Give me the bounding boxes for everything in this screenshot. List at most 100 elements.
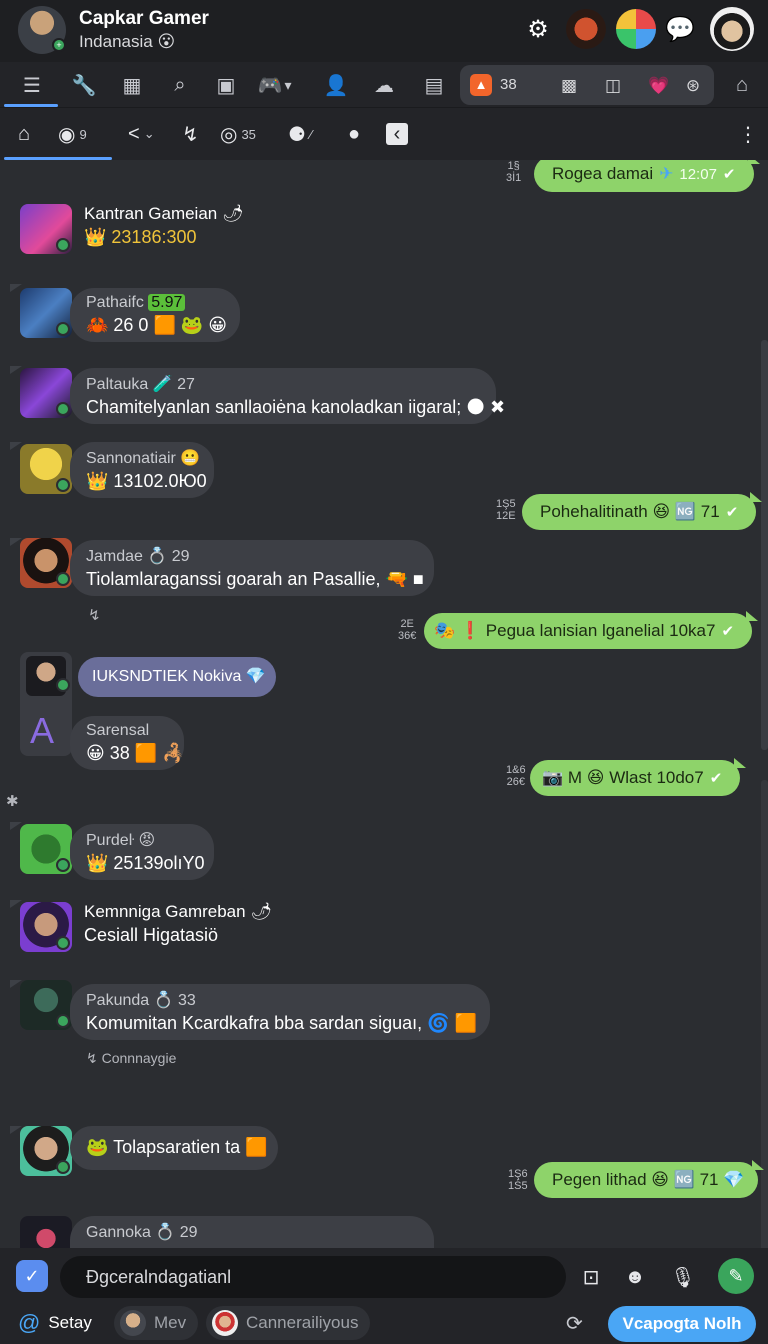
globe-tab[interactable]: ◉ 9	[58, 116, 87, 152]
setup-chip[interactable]: @ Setay	[18, 1306, 92, 1340]
read-check-icon: ✔	[722, 166, 736, 183]
list-item[interactable]: Jamdae 💍 29 Tiolamlaraganssi goarah an P…	[70, 540, 434, 596]
chevron-down-icon[interactable]: ▾	[276, 66, 300, 104]
grid-icon[interactable]: ▦	[112, 66, 152, 104]
window-icon[interactable]: ◫	[600, 73, 626, 99]
wrench-icon[interactable]: 🔧	[64, 66, 104, 104]
message-text: 👑 25139olıY0	[86, 853, 205, 873]
list-item[interactable]: 🐸 Tolapsaratien ta 🟧	[70, 1126, 278, 1170]
online-badge	[56, 572, 70, 586]
avatar-stack[interactable]: A	[20, 652, 72, 756]
outgoing-message[interactable]: 📷 M 😆 Wlast 10do7 ✔	[530, 758, 747, 796]
message-text: 👑 13102.0Ю0	[86, 471, 207, 491]
tab-bar: ☰ 🔧 ▦ ⌕ ▣ 🎮 ▾ 👤 ☁ ▤ ▲ 38 ▩ ◫ 💗 ⊛ ⌂	[0, 62, 768, 108]
avatar[interactable]	[20, 204, 72, 254]
list-item[interactable]: Pakunda 💍 33 Komumitan Kcardkafra bba sa…	[70, 984, 490, 1040]
user-avatar[interactable]	[710, 7, 754, 51]
pokeball-icon: ●	[348, 122, 361, 145]
person-icon[interactable]: 👤	[316, 66, 356, 104]
avatar[interactable]	[20, 368, 72, 418]
avatar[interactable]	[20, 902, 72, 952]
send-button[interactable]: ✎	[718, 1258, 754, 1294]
list-item[interactable]: Pathaifc 5.97 🦀 26 0 🟧 🐸 😀	[70, 288, 240, 342]
message-text: Tiolamlaraganssi goarah an Pasallie, 🔫 ■	[86, 569, 424, 589]
list-item[interactable]: Gannoka 💍 29	[70, 1216, 434, 1248]
back-icon: ‹	[393, 122, 401, 145]
quick-actions: @ Setay Mev Cannerailiyous ⟳ Vcapogta Nol…	[0, 1304, 768, 1344]
avatar[interactable]	[20, 824, 72, 874]
message-feed[interactable]: 1§ 3İ1 Rogea damai ✈ 12:07 ✔ Kantran Gam…	[0, 160, 768, 1248]
avatar-tab-label: ⁄	[309, 126, 313, 142]
pokeball-tab[interactable]: ●	[348, 116, 360, 152]
avatar[interactable]	[20, 1126, 72, 1176]
qr-icon[interactable]: ▩	[556, 73, 582, 99]
globe-tab-count: 9	[79, 126, 87, 142]
mic-icon[interactable]: 🎙	[666, 1260, 700, 1294]
cta-button[interactable]: Vcapogta Nolh	[608, 1306, 756, 1342]
list-item[interactable]: Paltauka 🧪 27 Chamitelyanlan sanllaoiėna…	[70, 368, 505, 424]
cube-icon[interactable]: ▣	[206, 66, 246, 104]
avatar	[212, 1310, 238, 1336]
online-badge	[56, 678, 70, 692]
search-icon[interactable]: ⌕	[160, 66, 200, 104]
active-tab-group[interactable]: ▲ 38 ▩ ◫ 💗 ⊛	[460, 65, 714, 105]
edit-icon[interactable]: ✓	[16, 1260, 48, 1292]
avatar[interactable]	[20, 538, 72, 588]
outgoing-message[interactable]: Pegen lithad 😆 🆖 71 💎	[534, 1160, 765, 1198]
target-tab[interactable]: ◎ 35	[220, 116, 256, 152]
list-item[interactable]: Kantran Gameian 🌶 👑 23186:300	[84, 204, 244, 248]
gem-icon[interactable]: 💗	[646, 73, 672, 99]
user-chip[interactable]: Cannerailiyous	[206, 1306, 371, 1340]
add-badge-icon: +	[52, 38, 66, 52]
avatar[interactable]	[20, 288, 72, 338]
avatar-icon: ⚈	[288, 123, 306, 146]
app-logo-icon[interactable]	[616, 9, 656, 49]
user-chip[interactable]: Mev	[114, 1306, 199, 1340]
sync-icon[interactable]: ⟳	[566, 1306, 583, 1340]
list-item[interactable]: Sarensal 😀 38 🟧 🦂	[70, 716, 185, 770]
reaction-icon[interactable]: ↯	[88, 606, 101, 624]
chat-bubble-icon[interactable]: 💬	[660, 9, 700, 49]
profile-avatar[interactable]: +	[18, 6, 66, 54]
character-avatar[interactable]	[566, 9, 606, 49]
chip-label: Cannerailiyous	[246, 1313, 359, 1332]
scrollbar[interactable]	[761, 340, 768, 750]
bubble-tail	[10, 284, 22, 292]
list-item[interactable]: Kemnniga Gamreban 🌶 Cesiall Higatasiö	[84, 902, 272, 946]
avatar	[120, 1310, 146, 1336]
avatar[interactable]	[20, 444, 72, 494]
target-icon: ◎	[220, 123, 238, 146]
forward-tab[interactable]: ↯	[182, 116, 199, 152]
menu-icon[interactable]: ☰	[12, 66, 52, 104]
outgoing-message[interactable]: Pohehalitinath 😆 🆖 71 ✔	[522, 492, 763, 530]
calendar-icon[interactable]: ▤	[414, 66, 454, 104]
image-icon[interactable]: ⊡	[574, 1260, 608, 1294]
score-badge: 5.97	[148, 294, 186, 311]
reply-note[interactable]: ↯ Connnaygie	[86, 1050, 176, 1067]
home-icon[interactable]: ⌂	[722, 66, 762, 104]
star-icon: ✱	[6, 793, 19, 810]
outgoing-message[interactable]: Rogea damai ✈ 12:07 ✔	[534, 160, 759, 192]
emoji-icon[interactable]: ☻	[618, 1260, 652, 1294]
outgoing-message[interactable]: 🎭 ❗ Pegua lanisian lganelial 10ka7 ✔	[424, 611, 759, 649]
scrollbar-lower[interactable]	[761, 780, 768, 1248]
gear-icon[interactable]: ⚙	[518, 9, 558, 49]
cloud-icon[interactable]: ☁	[364, 66, 404, 104]
globe-icon[interactable]: ⊛	[680, 73, 706, 99]
list-item[interactable]: Purdeŀ 😡 👑 25139olıY0	[70, 824, 214, 880]
share-tab[interactable]: < ⌄	[128, 116, 155, 152]
avatar-tab[interactable]: ⚈ ⁄	[288, 116, 312, 152]
message-timestamp: 1Ş6 1Ś5	[508, 1168, 528, 1192]
message-timestamp: 1§ 3İ1	[506, 160, 522, 184]
chevron-down-icon: ⌄	[143, 126, 155, 141]
more-icon[interactable]: ⋮	[738, 116, 758, 152]
tag-text: IUKSNDTIEK Nokiva 💎	[92, 668, 266, 685]
tag-bubble[interactable]: IUKSNDTIEK Nokiva 💎	[78, 657, 276, 697]
home-tab[interactable]: ⌂	[18, 116, 30, 152]
avatar[interactable]	[20, 1216, 72, 1248]
home-icon: ⌂	[18, 122, 31, 145]
back-tab[interactable]: ‹	[386, 123, 408, 145]
message-input[interactable]	[60, 1256, 566, 1298]
avatar[interactable]	[20, 980, 72, 1030]
list-item[interactable]: Sannonatiair 😬 👑 13102.0Ю0	[70, 442, 214, 498]
